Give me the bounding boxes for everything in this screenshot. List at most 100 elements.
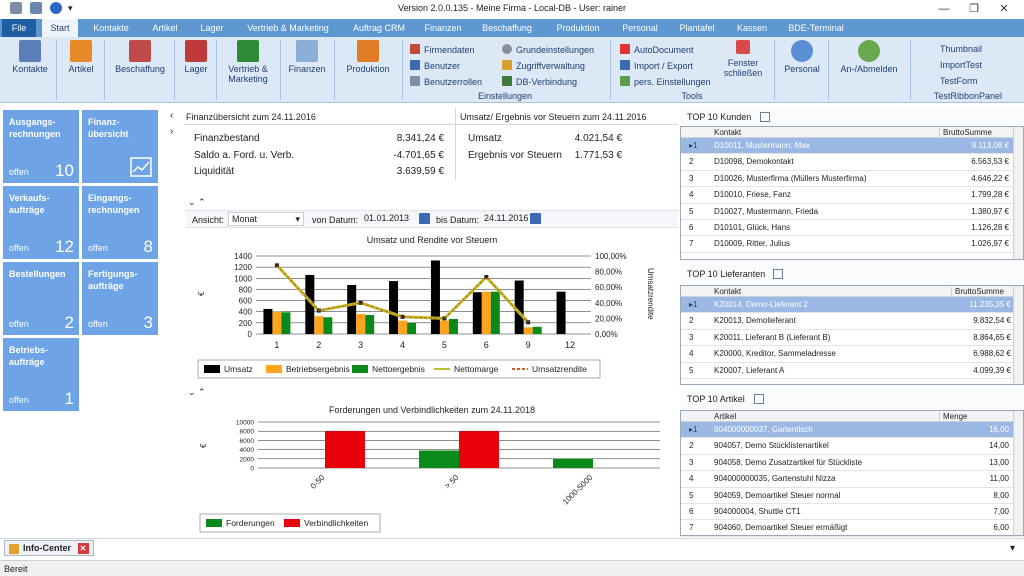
export-icon[interactable] (754, 394, 764, 404)
row-value: 4.646,22 € (971, 173, 1009, 183)
tab-file[interactable]: File (2, 19, 36, 37)
column-header[interactable]: Artikel (714, 412, 736, 421)
close-button[interactable]: ✕ (984, 0, 1024, 18)
table-row[interactable]: 4 904000000035, Gartenstuhl Nizza 11,00 (681, 471, 1023, 488)
row-value: 8.864,65 € (973, 332, 1011, 342)
row-number: 3 (689, 173, 694, 183)
tab-vertrieb-marketing[interactable]: Vertrieb & Marketing (238, 19, 338, 37)
tab-lager[interactable]: Lager (194, 19, 230, 37)
expand-right-icon[interactable]: › (170, 126, 173, 137)
ribbon-tabs: File Start Kontakte Artikel Lager Vertri… (0, 19, 1024, 37)
tab-artikel[interactable]: Artikel (144, 19, 186, 37)
table-row[interactable]: 5 904059, Demoartikel Steuer normal 8,00 (681, 488, 1023, 504)
table-row[interactable]: 2 K20013, Demolieferant 9.832,54 € (681, 313, 1023, 330)
table-row[interactable]: 6 904000004, Shuttle CT1 7,00 (681, 504, 1023, 521)
collapse-left-icon[interactable]: ‹ (170, 110, 173, 121)
personal-button[interactable]: Personal (780, 40, 824, 86)
table-row[interactable]: 7 904060, Demoartikel Steuer ermäßigt 6,00 (681, 520, 1023, 537)
collapse-chart-icon[interactable]: ⌄ ⌃ (188, 197, 206, 208)
group-label-einstellungen: Einstellungen (477, 91, 533, 101)
thumbnail-button[interactable]: Thumbnail (940, 44, 982, 58)
column-header[interactable]: Kontakt (714, 287, 741, 296)
firmendaten-button[interactable]: Firmendaten (410, 44, 475, 58)
table-row[interactable]: 6 D10101, Glück, Hans 1.126,28 € (681, 220, 1023, 237)
export-icon[interactable] (760, 112, 770, 122)
table-row[interactable]: ▸1 D10011, Mustermann, Max 9.113,08 € (681, 138, 1023, 155)
pers-einstellungen-button[interactable]: pers. Einstellungen (620, 76, 711, 90)
table-row[interactable]: ▸1 904000000037, Gartentisch 16,00 (681, 422, 1023, 439)
column-header[interactable]: Kontakt (714, 128, 741, 137)
table-row[interactable]: 5 D10027, Mustermann, Frieda 1.380,97 € (681, 204, 1023, 220)
tab-plantafel[interactable]: Plantafel (672, 19, 722, 37)
column-header[interactable]: BruttoSumme (951, 287, 1004, 296)
table-row[interactable]: 3 904058, Demo Zusatzartikel für Stücklis… (681, 455, 1023, 472)
close-tab-icon[interactable]: ✕ (77, 543, 89, 554)
table-row[interactable]: 2 904057, Demo Stücklistenartikel 14,00 (681, 438, 1023, 455)
import-export-button[interactable]: Import / Export (620, 60, 693, 74)
export-icon[interactable] (773, 269, 783, 279)
tile-verkaufsauftraege[interactable]: Verkaufs- aufträge offen 12 (3, 186, 79, 259)
table-row[interactable]: 5 K20007, Lieferant A 4.099,39 € (681, 363, 1023, 379)
tab-kassen[interactable]: Kassen (730, 19, 774, 37)
column-header[interactable]: BruttoSumme (939, 128, 992, 137)
tile-fertigungsauftraege[interactable]: Fertigungs- aufträge offen 3 (82, 262, 158, 335)
testform-button[interactable]: TestForm (940, 76, 978, 90)
row-value: 11,00 (989, 474, 1009, 484)
grundeinstellungen-button[interactable]: Grundeinstellungen (502, 44, 594, 58)
liquiditaet-label: Liquidität (194, 166, 235, 177)
scrollbar[interactable] (1013, 411, 1023, 535)
tab-start[interactable]: Start (42, 19, 78, 37)
table-row[interactable]: 3 D10026, Musterfirma (Müllers Musterfirm… (681, 171, 1023, 188)
benutzerrollen-button[interactable]: Benutzerrollen (410, 76, 482, 90)
an-abmelden-button[interactable]: An-/Abmelden (834, 40, 904, 86)
tab-personal[interactable]: Personal (616, 19, 664, 37)
ribbon-separator (334, 40, 335, 100)
table-row[interactable]: 4 K20000, Kreditor, Sammeladresse 6.988,62… (681, 346, 1023, 363)
kunden-grid[interactable]: Kontakt BruttoSumme ▸1 D10011, Mustermann, … (680, 126, 1024, 260)
table-row[interactable]: 2 D10098, Demokontakt 6.563,53 € (681, 154, 1023, 171)
autodocument-button[interactable]: AutoDocument (620, 44, 694, 58)
scrollbar[interactable] (1013, 286, 1023, 384)
beschaffung-button[interactable]: Beschaffung (110, 40, 170, 86)
benutzer-button[interactable]: Benutzer (410, 60, 460, 74)
fenster-schliessen-button[interactable]: Fenster schließen (718, 40, 768, 86)
zugriffverwaltung-button[interactable]: Zugriffverwaltung (502, 60, 585, 74)
calendar-icon[interactable] (419, 213, 430, 224)
table-row[interactable]: 7 D10009, Ritter, Julius 1.026,97 € (681, 236, 1023, 253)
tab-auftrag-crm[interactable]: Auftrag CRM (344, 19, 414, 37)
table-row[interactable]: ▸1 K20014, Demo-Lieferant 2 11.235,35 € (681, 297, 1023, 314)
tile-betriebsauftraege[interactable]: Betriebs- aufträge offen 1 (3, 338, 79, 411)
ansicht-select[interactable]: Monat ▾ (228, 212, 304, 226)
y2-tick-label: 40,00% (595, 299, 622, 308)
tab-kontakte[interactable]: Kontakte (86, 19, 136, 37)
table-row[interactable]: 3 K20011, Lieferant B (Lieferant B) 8.864,… (681, 330, 1023, 347)
bis-datum-input[interactable]: 24.11.2016 (482, 212, 534, 226)
tile-ausgangsrechnungen[interactable]: Ausgangs- rechnungen offen 10 (3, 110, 79, 183)
table-row[interactable]: 4 D10010, Friese, Fanz 1.799,28 € (681, 187, 1023, 204)
tab-beschaffung[interactable]: Beschaffung (476, 19, 538, 37)
calendar-icon[interactable] (530, 213, 541, 224)
kontakte-button[interactable]: Kontakte (8, 40, 52, 86)
tab-finanzen[interactable]: Finanzen (418, 19, 468, 37)
produktion-button[interactable]: Produktion (340, 40, 396, 86)
info-center-tab[interactable]: Info-Center ✕ (4, 540, 94, 556)
finanzen-button[interactable]: Finanzen (286, 40, 328, 86)
tab-produktion[interactable]: Produktion (548, 19, 608, 37)
tile-bestellungen[interactable]: Bestellungen offen 2 (3, 262, 79, 335)
von-datum-input[interactable]: 01.01.2013 (362, 212, 418, 226)
lager-button[interactable]: Lager (180, 40, 212, 86)
importtest-button[interactable]: ImportTest (940, 60, 982, 74)
column-header[interactable]: Menge (939, 412, 967, 421)
tile-finanzuebersicht[interactable]: Finanz- übersicht (82, 110, 158, 183)
tab-menu-icon[interactable]: ▾ (1010, 543, 1015, 554)
artikel-button[interactable]: Artikel (62, 40, 100, 86)
group-label-tools: Tools (681, 91, 703, 101)
vertrieb-marketing-button[interactable]: Vertrieb & Marketing (222, 40, 274, 86)
db-verbindung-button[interactable]: DB-Verbindung (502, 76, 577, 90)
scrollbar[interactable] (1013, 127, 1023, 259)
lieferanten-grid[interactable]: Kontakt BruttoSumme ▸1 K20014, Demo-Liefera… (680, 285, 1024, 385)
collapse-chart2-icon[interactable]: ⌄ ⌃ (188, 387, 206, 398)
artikel-grid[interactable]: Artikel Menge ▸1 904000000037, Gartentisch 1… (680, 410, 1024, 537)
tab-bde-terminal[interactable]: BDE-Terminal (780, 19, 852, 37)
tile-eingangsrechnungen[interactable]: Eingangs- rechnungen offen 8 (82, 186, 158, 259)
